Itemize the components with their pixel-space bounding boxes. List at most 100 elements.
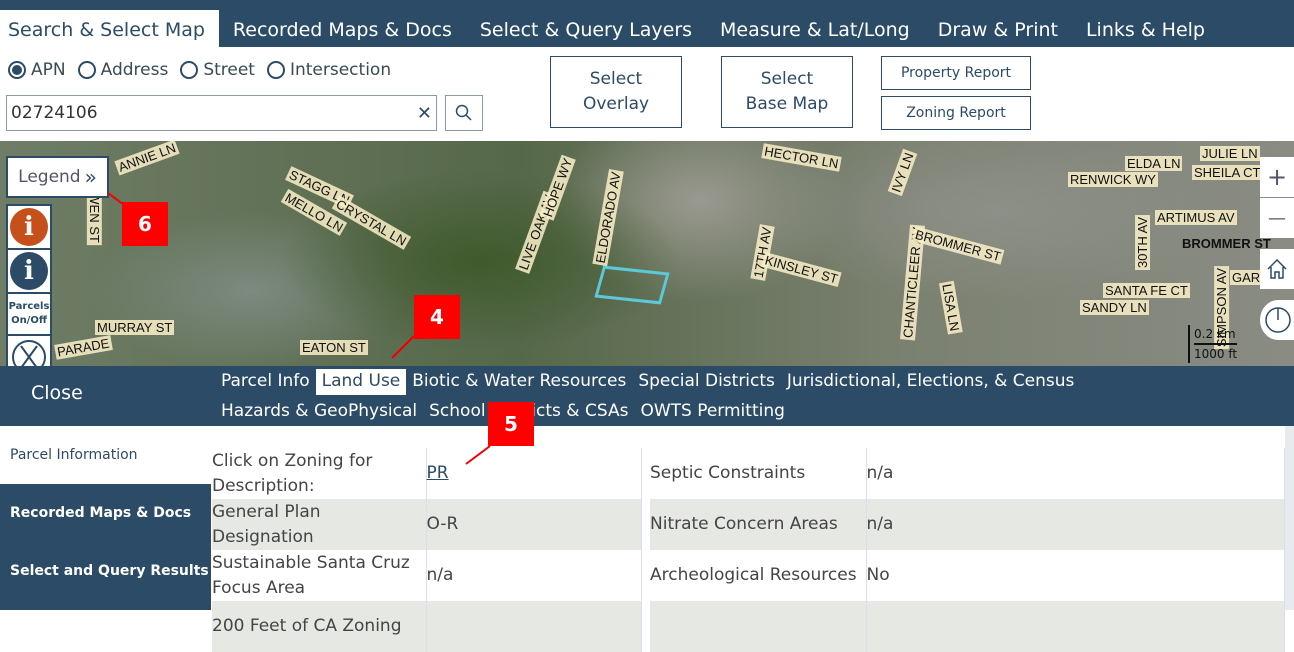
label: Base Map — [745, 94, 829, 114]
zoom-out-button[interactable]: — — [1260, 198, 1294, 238]
land-use-table-left: Click on Zoning for Description: PR Genera… — [212, 448, 642, 652]
zoning-report-button[interactable]: Zoning Report — [881, 96, 1031, 130]
scale-ft: 1000 ft — [1194, 347, 1238, 361]
sidebar-item[interactable]: Recorded Maps & Docs — [0, 484, 211, 542]
table-row: General Plan Designation O-R — [212, 499, 642, 550]
street-label: BROMMER ST — [911, 226, 1005, 265]
annotation-badge: 4 — [414, 295, 460, 339]
search-button[interactable] — [445, 95, 483, 131]
annotation-badge: 6 — [122, 202, 168, 246]
home-icon — [1267, 258, 1287, 279]
radio-label: Street — [203, 60, 255, 80]
street-label: KINSLEY ST — [761, 252, 842, 287]
scrollbar[interactable] — [1285, 426, 1294, 610]
street-label: HOPE WY — [539, 154, 576, 221]
locate-button[interactable] — [1260, 300, 1294, 340]
row-label: Sustainable Santa Cruz Focus Area — [212, 550, 427, 601]
row-value — [426, 601, 642, 652]
panel-tab[interactable]: Biotic & Water Resources — [406, 369, 632, 395]
select-overlay-button[interactable]: Select Overlay — [550, 56, 682, 128]
radio-label: Intersection — [289, 60, 392, 80]
tab-4[interactable]: Draw & Print — [924, 10, 1072, 47]
street-label: 17TH AV — [750, 224, 775, 281]
panel-tab[interactable]: OWTS Permitting — [634, 399, 790, 425]
table-row: 200 Feet of CA Zoning — [212, 601, 642, 652]
radio-button[interactable] — [8, 61, 26, 79]
panel-tab[interactable]: Hazards & GeoPhysical — [215, 399, 423, 425]
radio-label: APN — [31, 60, 66, 80]
scale-bar: 0.2 km 1000 ft — [1188, 325, 1238, 363]
street-label: JULIE LN — [1200, 146, 1260, 161]
land-use-table-right: Septic Constraints n/a Nitrate Concern Are… — [650, 448, 1285, 652]
street-label: ELDA LN — [1125, 156, 1183, 171]
annotation-badge: 5 — [488, 402, 534, 446]
table-row: Click on Zoning for Description: PR — [212, 448, 642, 499]
tab-2[interactable]: Select & Query Layers — [466, 10, 706, 47]
radio-button[interactable] — [180, 61, 199, 79]
radio-intersection[interactable]: Intersection — [266, 60, 392, 80]
label: On/Off — [11, 315, 47, 326]
panel-sidebar: Parcel Information Recorded Maps & Docs Se… — [0, 426, 211, 610]
identify-button[interactable]: i — [6, 248, 52, 294]
street-label: 30TH AV — [1135, 214, 1151, 271]
panel-tab[interactable]: Jurisdictional, Elections, & Census — [781, 369, 1080, 395]
close-button[interactable]: Close — [31, 382, 83, 404]
tab-1[interactable]: Recorded Maps & Docs — [219, 10, 466, 47]
street-label: LISA LN — [938, 280, 963, 335]
apn-input[interactable] — [11, 103, 417, 123]
street-label: ANNIE LN — [114, 141, 180, 176]
radio-label: Address — [100, 60, 169, 80]
street-label: BROMMER ST — [1182, 236, 1271, 251]
street-label: SHEILA CT — [1192, 165, 1263, 180]
table-row: Nitrate Concern Areas n/a — [650, 499, 1285, 550]
table-row: Sustainable Santa Cruz Focus Area n/a — [212, 550, 642, 601]
zoning-link[interactable]: PR — [426, 448, 642, 499]
label: Parcels — [8, 301, 50, 312]
street-label: SANDY LN — [1080, 300, 1149, 315]
legend-button[interactable]: Legend» — [6, 156, 109, 198]
tab-5[interactable]: Links & Help — [1072, 10, 1219, 47]
label: Overlay — [582, 94, 650, 114]
map-view[interactable]: ANNIE LN OWEN ST STAGG LN MELLO LN CRYSTAL L… — [0, 141, 1294, 366]
zoom-in-button[interactable]: + — [1260, 157, 1294, 197]
street-label: SANTA FE CT — [1103, 283, 1190, 298]
panel-tab[interactable]: Special Districts — [632, 369, 781, 395]
scale-km: 0.2 km — [1194, 325, 1238, 345]
panel-tab[interactable]: Land Use — [315, 369, 407, 395]
tab-0[interactable]: Search & Select Map — [0, 10, 219, 47]
row-label — [650, 601, 867, 652]
radio-button[interactable] — [77, 61, 96, 79]
street-label: ARTIMUS AV — [1155, 210, 1237, 225]
radio-apn[interactable]: APN — [8, 60, 66, 80]
street-label: MURRAY ST — [95, 320, 175, 335]
selected-parcel-outline — [594, 265, 670, 305]
info-icon: i — [10, 252, 48, 290]
clear-icon[interactable]: ✕ — [417, 103, 432, 124]
property-report-button[interactable]: Property Report — [881, 56, 1031, 90]
radio-button[interactable] — [266, 61, 285, 79]
street-label: PARADE — [54, 335, 113, 360]
row-label: Click on Zoning for Description: — [212, 448, 427, 499]
row-value: O-R — [426, 499, 642, 550]
parcels-toggle-button[interactable]: Parcels On/Off — [6, 292, 52, 336]
row-value: No — [866, 550, 1285, 601]
search-icon — [455, 104, 472, 121]
label: Select — [760, 69, 814, 89]
sidebar-item[interactable]: Parcel Information — [0, 426, 211, 484]
radio-street[interactable]: Street — [180, 60, 255, 80]
identify-orange-button[interactable]: i — [6, 204, 52, 250]
row-value — [866, 601, 1285, 652]
row-value: n/a — [866, 448, 1285, 499]
sidebar-item[interactable]: Select and Query Results — [0, 542, 211, 600]
row-value: n/a — [866, 499, 1285, 550]
panel-tab[interactable]: Parcel Info — [215, 369, 316, 395]
select-base-map-button[interactable]: Select Base Map — [721, 56, 853, 128]
radio-address[interactable]: Address — [77, 60, 169, 80]
search-field[interactable]: ✕ — [6, 95, 437, 131]
street-label: HECTOR LN — [761, 143, 842, 172]
legend-label: Legend — [18, 167, 81, 187]
home-button[interactable] — [1260, 249, 1294, 289]
tab-3[interactable]: Measure & Lat/Long — [706, 10, 924, 47]
street-label: EATON ST — [300, 340, 368, 355]
row-label: Nitrate Concern Areas — [650, 499, 867, 550]
